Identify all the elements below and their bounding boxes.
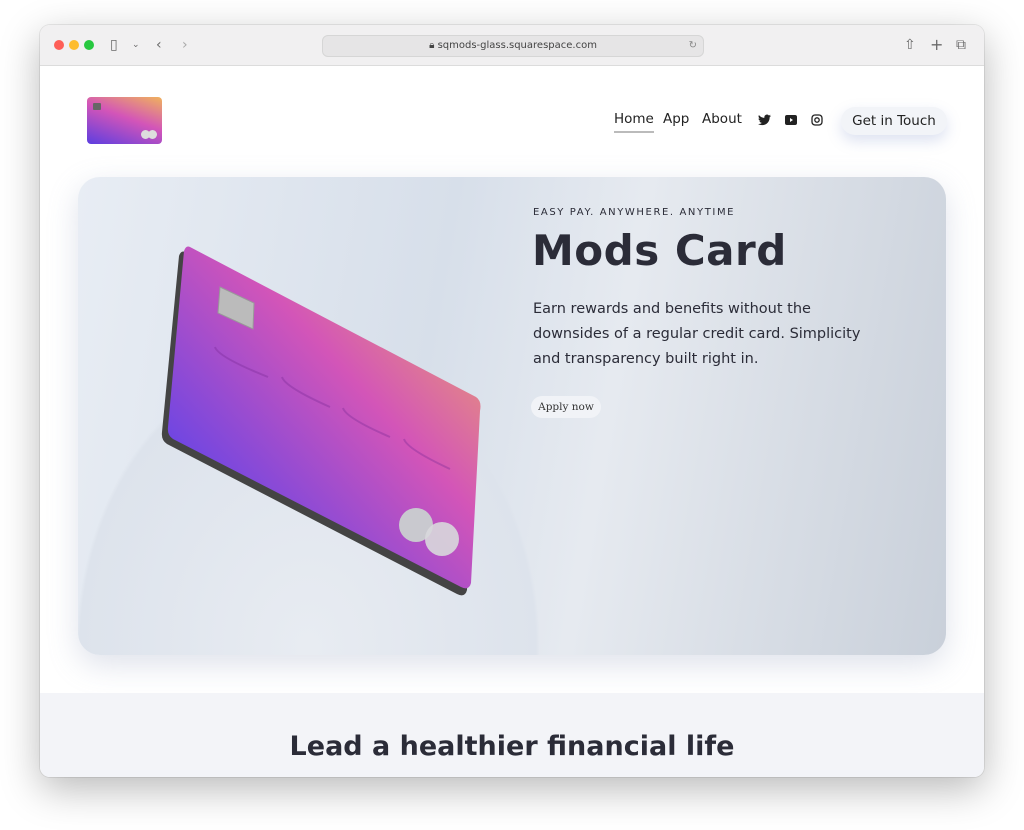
chevron-down-icon[interactable]: ⌄ (132, 35, 140, 55)
page: Home App About Get in Touch EASY PAY. AN… (40, 66, 984, 777)
browser-window: ▯ ⌄ ‹ › 🔒︎ sqmods-glass.squarespace.com ↻… (40, 25, 984, 777)
back-icon[interactable]: ‹ (156, 35, 162, 55)
browser-toolbar: ▯ ⌄ ‹ › 🔒︎ sqmods-glass.squarespace.com ↻… (40, 25, 984, 66)
features-section: Lead a healthier financial life (40, 693, 984, 777)
apply-now-button[interactable]: Apply now (531, 396, 601, 418)
nav-app[interactable]: App (663, 111, 689, 127)
maximize-window-button[interactable] (84, 40, 94, 50)
address-bar[interactable]: 🔒︎ sqmods-glass.squarespace.com ↻ (322, 35, 704, 57)
site-logo[interactable] (87, 97, 162, 144)
close-window-button[interactable] (54, 40, 64, 50)
twitter-icon[interactable] (758, 114, 771, 126)
new-tab-icon[interactable]: + (930, 35, 943, 55)
lock-icon: 🔒︎ (429, 40, 438, 51)
share-icon[interactable]: ⇧ (904, 35, 916, 55)
minimize-window-button[interactable] (69, 40, 79, 50)
hero-section (78, 177, 946, 655)
hero-description: Earn rewards and benefits without the do… (533, 301, 861, 367)
hero-title: Mods Card (532, 226, 787, 275)
credit-card-image (161, 246, 481, 596)
sidebar-icon[interactable]: ▯ (110, 35, 118, 55)
reload-icon[interactable]: ↻ (689, 36, 697, 56)
youtube-icon[interactable] (785, 115, 797, 125)
hero-eyebrow: EASY PAY. ANYWHERE. ANYTIME (533, 207, 736, 218)
section-heading: Lead a healthier financial life (289, 731, 735, 762)
tabs-overview-icon[interactable]: ⧉ (956, 35, 966, 55)
instagram-icon[interactable] (811, 114, 823, 126)
nav-home[interactable]: Home (614, 111, 654, 133)
get-in-touch-button[interactable]: Get in Touch (841, 107, 947, 135)
forward-icon[interactable]: › (182, 35, 188, 55)
nav-about[interactable]: About (702, 111, 742, 127)
